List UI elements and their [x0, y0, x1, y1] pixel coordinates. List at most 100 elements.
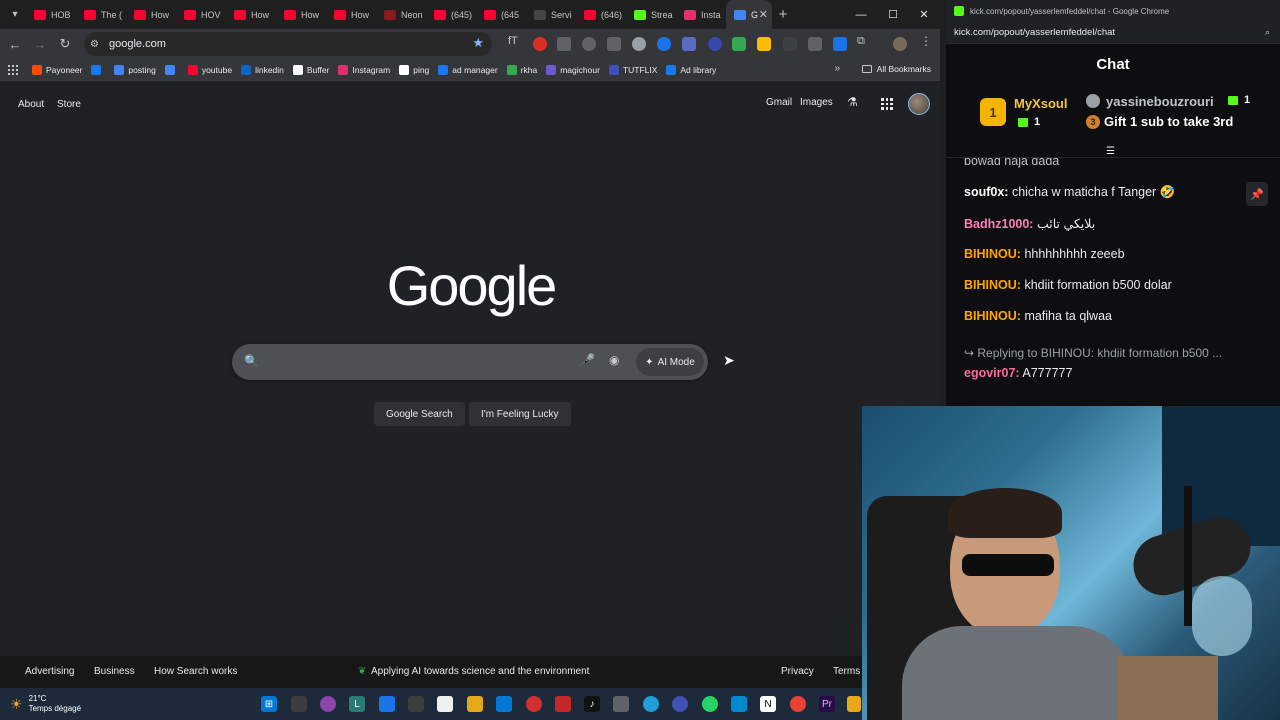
chat-username[interactable]: BIHINOU: — [964, 278, 1021, 292]
chat-username[interactable]: Badhz1000: — [964, 217, 1033, 231]
bookmark-item[interactable]: youtube — [187, 64, 232, 75]
tiktok-icon[interactable]: ♪ — [584, 696, 600, 712]
extension-icon-blue[interactable] — [657, 37, 671, 51]
chat-username[interactable]: BIHINOU: — [964, 247, 1021, 261]
bookmark-item[interactable]: Ad library — [666, 64, 716, 75]
font-extension-icon[interactable]: fT — [508, 35, 522, 49]
browser-tab[interactable]: Neon — [376, 0, 426, 29]
browser-tab[interactable]: The ( — [76, 0, 126, 29]
store-link[interactable]: Store — [57, 99, 81, 110]
extension-icon-tools[interactable] — [808, 37, 822, 51]
extensions-puzzle-icon[interactable]: ⧉ — [857, 35, 871, 49]
advertising-link[interactable]: Advertising — [25, 666, 74, 677]
bookmark-item[interactable]: ping — [399, 64, 429, 75]
browser-tab[interactable]: How — [126, 0, 176, 29]
images-link[interactable]: Images — [800, 97, 833, 108]
pin-icon[interactable]: 📌 — [1246, 182, 1268, 206]
bookmark-item[interactable]: ad manager — [438, 64, 498, 75]
app-icon-cyan[interactable] — [731, 696, 747, 712]
privacy-link[interactable]: Privacy — [781, 666, 814, 677]
app-icon-dark[interactable] — [408, 696, 424, 712]
chrome-icon[interactable] — [790, 696, 806, 712]
copilot-icon[interactable] — [320, 696, 336, 712]
chat-username[interactable]: BIHINOU: — [964, 309, 1021, 323]
browser-tab[interactable]: (646) — [576, 0, 626, 29]
outlook-icon[interactable] — [496, 696, 512, 712]
chat-username[interactable]: egovir07: — [964, 366, 1020, 380]
telegram-icon[interactable] — [643, 696, 659, 712]
opera-icon[interactable] — [526, 696, 542, 712]
extension-icon-grid[interactable] — [607, 37, 621, 51]
browser-tab[interactable]: Insta — [676, 0, 726, 29]
minimize-button[interactable]: — — [845, 0, 877, 29]
terms-link[interactable]: Terms — [833, 666, 860, 677]
feeling-lucky-button[interactable]: I'm Feeling Lucky — [469, 402, 571, 426]
browser-tab[interactable]: G ✕ — [726, 0, 772, 29]
browser-tab[interactable]: Servi — [526, 0, 576, 29]
back-button[interactable]: ← — [5, 34, 25, 54]
camera-extension-icon[interactable] — [582, 37, 596, 51]
extension-icon-red[interactable] — [533, 37, 547, 51]
bookmark-item[interactable]: linkedin — [241, 64, 284, 75]
file-explorer-icon[interactable] — [467, 696, 483, 712]
app-icon-indigo[interactable] — [672, 696, 688, 712]
google-apps-icon[interactable] — [881, 98, 893, 110]
business-link[interactable]: Business — [94, 666, 135, 677]
task-view-icon[interactable] — [291, 696, 307, 712]
browser-tab[interactable]: HOB — [26, 0, 76, 29]
bookmark-star-icon[interactable]: ★ — [472, 35, 484, 51]
menu-kebab-icon[interactable]: ⋮ — [920, 34, 934, 48]
app-icon-grey[interactable] — [613, 696, 629, 712]
bookmark-item[interactable] — [164, 64, 179, 75]
address-bar[interactable]: ⚙ google.com ★ — [84, 32, 492, 56]
collapse-leaderboard-icon[interactable]: ☰ — [1106, 146, 1115, 157]
browser-tab[interactable]: How — [276, 0, 326, 29]
close-tab-icon[interactable]: ✕ — [759, 8, 768, 21]
folder-icon[interactable] — [847, 696, 861, 712]
extension-icon-dark[interactable] — [783, 37, 797, 51]
app-icon-red[interactable] — [555, 696, 571, 712]
microphone-icon[interactable]: 🎤 — [580, 353, 595, 367]
tab-search-icon[interactable]: ▾ — [4, 4, 26, 26]
ai-mode-button[interactable]: ✦ AI Mode — [636, 348, 704, 376]
apps-icon[interactable] — [8, 64, 18, 75]
labs-flask-icon[interactable]: ⚗ — [847, 95, 858, 109]
first-place-name[interactable]: MyXsoul — [1014, 96, 1067, 111]
chat-url-bar[interactable]: kick.com/popout/yasserlemfeddel/chat ⌕ — [946, 22, 1280, 44]
browser-tab[interactable]: How — [326, 0, 376, 29]
weather-widget[interactable]: ☀ 21°C Temps dégagé — [10, 694, 81, 714]
bookmark-item[interactable]: Buffer — [292, 64, 329, 75]
all-bookmarks-button[interactable]: All Bookmarks — [861, 64, 931, 74]
browser-tab[interactable]: How — [226, 0, 276, 29]
second-place-name[interactable]: yassinebouzrouri — [1106, 94, 1214, 109]
premiere-pro-icon[interactable]: Pr — [819, 696, 835, 712]
extension-icon-yellow[interactable] — [757, 37, 771, 51]
lens-camera-icon[interactable]: ◉ — [609, 353, 619, 367]
search-box[interactable]: 🔍 🎤 ◉ ✦ AI Mode — [232, 344, 708, 380]
browser-tab[interactable]: HOV — [176, 0, 226, 29]
bookmark-item[interactable]: magichour — [546, 64, 600, 75]
bookmark-item[interactable]: rkha — [506, 64, 537, 75]
account-avatar[interactable] — [908, 93, 930, 115]
extension-icon-badge[interactable] — [708, 37, 722, 51]
browser-tab[interactable]: (645) — [426, 0, 476, 29]
ai-environment-link[interactable]: Applying AI towards science and the envi… — [371, 666, 589, 677]
google-search-button[interactable]: Google Search — [374, 402, 465, 426]
forward-button[interactable]: → — [30, 34, 50, 54]
notepad-icon[interactable] — [437, 696, 453, 712]
app-icon-l[interactable]: L — [349, 696, 365, 712]
app-icon-blue[interactable] — [379, 696, 395, 712]
bookmark-item[interactable]: Payoneer — [32, 64, 82, 75]
browser-tab[interactable]: Strea — [626, 0, 676, 29]
bookmarks-overflow-icon[interactable]: » — [834, 63, 840, 74]
zoom-icon[interactable]: ⌕ — [1265, 27, 1270, 38]
how-search-works-link[interactable]: How Search works — [154, 666, 237, 677]
bookmark-item[interactable]: Instagram — [338, 64, 390, 75]
site-info-icon[interactable]: ⚙ — [90, 39, 104, 50]
reload-button[interactable]: ↻ — [55, 34, 75, 54]
bookmark-item[interactable] — [91, 64, 105, 75]
extension-icon-green[interactable] — [732, 37, 746, 51]
search-input[interactable] — [266, 350, 596, 374]
new-tab-button[interactable]: + — [772, 6, 794, 23]
extension-icon-circle[interactable] — [632, 37, 646, 51]
